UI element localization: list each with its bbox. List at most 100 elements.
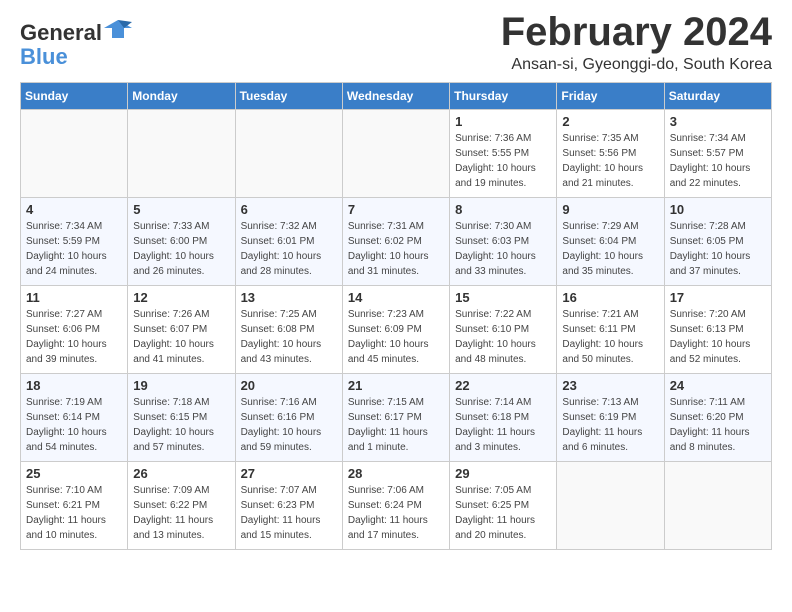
day-info: Sunrise: 7:26 AMSunset: 6:07 PMDaylight:… <box>133 307 229 367</box>
header-monday: Monday <box>128 83 235 110</box>
day-info: Sunrise: 7:09 AMSunset: 6:22 PMDaylight:… <box>133 483 229 543</box>
calendar-cell: 13Sunrise: 7:25 AMSunset: 6:08 PMDayligh… <box>235 286 342 374</box>
day-number: 27 <box>241 466 337 481</box>
calendar-cell: 15 Sunrise: 7:22 AMSunset: 6:10 PMDayligh… <box>450 286 557 374</box>
calendar-cell <box>557 462 664 550</box>
day-number: 3 <box>670 114 766 129</box>
calendar-cell: 5 Sunrise: 7:33 AMSunset: 6:00 PMDaylight… <box>128 198 235 286</box>
day-number: 2 <box>562 114 658 129</box>
day-info: Sunrise: 7:25 AMSunset: 6:08 PMDaylight:… <box>241 307 337 367</box>
header-friday: Friday <box>557 83 664 110</box>
day-number: 15 <box>455 290 551 305</box>
calendar-cell: 1Sunrise: 7:36 AMSunset: 5:55 PMDaylight… <box>450 110 557 198</box>
day-number: 5 <box>133 202 229 217</box>
logo-blue: Blue <box>20 45 132 69</box>
day-info: Sunrise: 7:07 AMSunset: 6:23 PMDaylight:… <box>241 483 337 543</box>
day-number: 28 <box>348 466 444 481</box>
day-info: Sunrise: 7:14 AMSunset: 6:18 PMDaylight:… <box>455 395 551 455</box>
calendar-cell: 18Sunrise: 7:19 AMSunset: 6:14 PMDayligh… <box>21 374 128 462</box>
day-info: Sunrise: 7:05 AMSunset: 6:25 PMDaylight:… <box>455 483 551 543</box>
day-info: Sunrise: 7:06 AMSunset: 6:24 PMDaylight:… <box>348 483 444 543</box>
calendar-week-4: 18Sunrise: 7:19 AMSunset: 6:14 PMDayligh… <box>21 374 772 462</box>
day-info: Sunrise: 7:31 AMSunset: 6:02 PMDaylight:… <box>348 219 444 279</box>
calendar-cell: 3 Sunrise: 7:34 AMSunset: 5:57 PMDaylight… <box>664 110 771 198</box>
day-number: 19 <box>133 378 229 393</box>
calendar-header-row: SundayMondayTuesdayWednesdayThursdayFrid… <box>21 83 772 110</box>
day-number: 29 <box>455 466 551 481</box>
calendar-cell: 26 Sunrise: 7:09 AMSunset: 6:22 PMDayligh… <box>128 462 235 550</box>
header-tuesday: Tuesday <box>235 83 342 110</box>
day-number: 10 <box>670 202 766 217</box>
day-info: Sunrise: 7:16 AMSunset: 6:16 PMDaylight:… <box>241 395 337 455</box>
day-info: Sunrise: 7:35 AMSunset: 5:56 PMDaylight:… <box>562 131 658 191</box>
calendar-week-5: 25Sunrise: 7:10 AMSunset: 6:21 PMDayligh… <box>21 462 772 550</box>
calendar-cell <box>664 462 771 550</box>
day-info: Sunrise: 7:22 AMSunset: 6:10 PMDaylight:… <box>455 307 551 367</box>
day-info: Sunrise: 7:34 AMSunset: 5:57 PMDaylight:… <box>670 131 766 191</box>
day-info: Sunrise: 7:34 AMSunset: 5:59 PMDaylight:… <box>26 219 122 279</box>
day-number: 6 <box>241 202 337 217</box>
logo-text: General <box>20 18 132 45</box>
day-info: Sunrise: 7:20 AMSunset: 6:13 PMDaylight:… <box>670 307 766 367</box>
month-title: February 2024 <box>501 10 772 54</box>
calendar-table: SundayMondayTuesdayWednesdayThursdayFrid… <box>20 82 772 550</box>
location: Ansan-si, Gyeonggi-do, South Korea <box>501 56 772 74</box>
calendar-cell: 10 Sunrise: 7:28 AMSunset: 6:05 PMDayligh… <box>664 198 771 286</box>
calendar-cell: 25Sunrise: 7:10 AMSunset: 6:21 PMDayligh… <box>21 462 128 550</box>
day-info: Sunrise: 7:30 AMSunset: 6:03 PMDaylight:… <box>455 219 551 279</box>
calendar-cell <box>342 110 449 198</box>
calendar-cell: 27 Sunrise: 7:07 AMSunset: 6:23 PMDayligh… <box>235 462 342 550</box>
day-number: 26 <box>133 466 229 481</box>
logo-bird-icon <box>104 18 132 40</box>
calendar-cell: 7 Sunrise: 7:31 AMSunset: 6:02 PMDaylight… <box>342 198 449 286</box>
calendar-week-1: 1Sunrise: 7:36 AMSunset: 5:55 PMDaylight… <box>21 110 772 198</box>
day-info: Sunrise: 7:23 AMSunset: 6:09 PMDaylight:… <box>348 307 444 367</box>
calendar-cell: 16Sunrise: 7:21 AMSunset: 6:11 PMDayligh… <box>557 286 664 374</box>
day-number: 7 <box>348 202 444 217</box>
calendar-cell <box>128 110 235 198</box>
calendar-cell: 23 Sunrise: 7:13 AMSunset: 6:19 PMDayligh… <box>557 374 664 462</box>
day-info: Sunrise: 7:13 AMSunset: 6:19 PMDaylight:… <box>562 395 658 455</box>
calendar-cell: 21Sunrise: 7:15 AMSunset: 6:17 PMDayligh… <box>342 374 449 462</box>
calendar-cell: 6Sunrise: 7:32 AMSunset: 6:01 PMDaylight… <box>235 198 342 286</box>
day-number: 21 <box>348 378 444 393</box>
header-saturday: Saturday <box>664 83 771 110</box>
calendar-cell: 14Sunrise: 7:23 AMSunset: 6:09 PMDayligh… <box>342 286 449 374</box>
day-info: Sunrise: 7:36 AMSunset: 5:55 PMDaylight:… <box>455 131 551 191</box>
day-number: 8 <box>455 202 551 217</box>
logo: General Blue <box>20 18 132 69</box>
day-info: Sunrise: 7:28 AMSunset: 6:05 PMDaylight:… <box>670 219 766 279</box>
header-sunday: Sunday <box>21 83 128 110</box>
calendar-cell: 28 Sunrise: 7:06 AMSunset: 6:24 PMDayligh… <box>342 462 449 550</box>
day-info: Sunrise: 7:11 AMSunset: 6:20 PMDaylight:… <box>670 395 766 455</box>
title-area: February 2024 Ansan-si, Gyeonggi-do, Sou… <box>501 10 772 74</box>
day-info: Sunrise: 7:29 AMSunset: 6:04 PMDaylight:… <box>562 219 658 279</box>
day-number: 9 <box>562 202 658 217</box>
day-number: 16 <box>562 290 658 305</box>
day-info: Sunrise: 7:27 AMSunset: 6:06 PMDaylight:… <box>26 307 122 367</box>
calendar-cell: 11 Sunrise: 7:27 AMSunset: 6:06 PMDayligh… <box>21 286 128 374</box>
calendar-cell: 9 Sunrise: 7:29 AMSunset: 6:04 PMDaylight… <box>557 198 664 286</box>
calendar-cell <box>21 110 128 198</box>
day-number: 18 <box>26 378 122 393</box>
calendar-cell: 4 Sunrise: 7:34 AMSunset: 5:59 PMDaylight… <box>21 198 128 286</box>
calendar-cell: 19 Sunrise: 7:18 AMSunset: 6:15 PMDayligh… <box>128 374 235 462</box>
calendar-cell: 29 Sunrise: 7:05 AMSunset: 6:25 PMDayligh… <box>450 462 557 550</box>
day-number: 24 <box>670 378 766 393</box>
page-header: General Blue February 2024 Ansan-si, Gye… <box>20 10 772 74</box>
header-wednesday: Wednesday <box>342 83 449 110</box>
day-info: Sunrise: 7:18 AMSunset: 6:15 PMDaylight:… <box>133 395 229 455</box>
day-number: 20 <box>241 378 337 393</box>
calendar-cell: 2 Sunrise: 7:35 AMSunset: 5:56 PMDaylight… <box>557 110 664 198</box>
day-number: 23 <box>562 378 658 393</box>
calendar-cell: 8 Sunrise: 7:30 AMSunset: 6:03 PMDaylight… <box>450 198 557 286</box>
day-info: Sunrise: 7:33 AMSunset: 6:00 PMDaylight:… <box>133 219 229 279</box>
calendar-cell <box>235 110 342 198</box>
calendar-cell: 17Sunrise: 7:20 AMSunset: 6:13 PMDayligh… <box>664 286 771 374</box>
day-number: 12 <box>133 290 229 305</box>
day-number: 4 <box>26 202 122 217</box>
day-number: 11 <box>26 290 122 305</box>
day-info: Sunrise: 7:10 AMSunset: 6:21 PMDaylight:… <box>26 483 122 543</box>
calendar-week-3: 11 Sunrise: 7:27 AMSunset: 6:06 PMDayligh… <box>21 286 772 374</box>
calendar-cell: 20 Sunrise: 7:16 AMSunset: 6:16 PMDayligh… <box>235 374 342 462</box>
